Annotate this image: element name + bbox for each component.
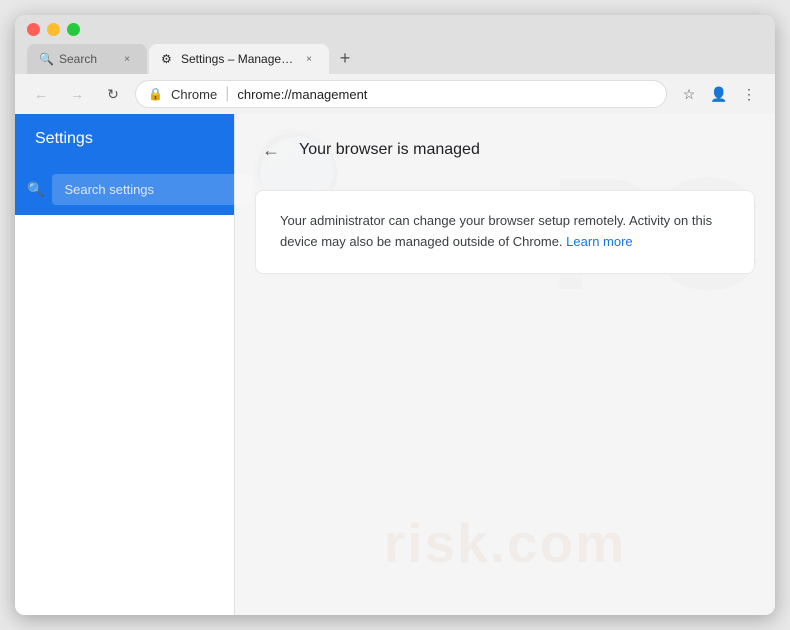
info-box: Your administrator can change your brows…	[255, 190, 755, 274]
address-bar[interactable]: 🔒 Chrome | chrome://management	[135, 80, 667, 108]
tab-settings[interactable]: ⚙ Settings – Management ×	[149, 44, 329, 74]
address-separator: |	[225, 85, 229, 103]
nav-bar: ← → ↻ 🔒 Chrome | chrome://management ☆ 👤…	[15, 74, 775, 114]
info-text: Your administrator can change your brows…	[280, 211, 730, 253]
main-area: 🔍 PC risk.com ← Your browser is managed …	[235, 114, 775, 615]
back-nav-button[interactable]: ←	[27, 80, 55, 108]
learn-more-link[interactable]: Learn more	[566, 234, 632, 249]
search-settings-input[interactable]	[52, 174, 252, 205]
sidebar-title: Settings	[15, 114, 234, 164]
tab-search[interactable]: 🔍 Search ×	[27, 44, 147, 74]
tab-settings-label: Settings – Management	[181, 52, 295, 66]
settings-tab-favicon: ⚙	[161, 52, 175, 66]
menu-icon: ⋮	[742, 86, 756, 103]
back-icon: ←	[262, 140, 280, 161]
browser-content: Settings 🔍 🔍 PC risk.com ← You	[15, 114, 775, 615]
window-controls	[27, 23, 763, 36]
browser-window: 🔍 Search × ⚙ Settings – Management × + ←…	[15, 15, 775, 615]
bookmark-button[interactable]: ☆	[675, 80, 703, 108]
reload-icon: ↻	[107, 86, 119, 103]
title-bar: 🔍 Search × ⚙ Settings – Management × +	[15, 15, 775, 74]
search-icon: 🔍	[27, 181, 44, 198]
forward-nav-button[interactable]: →	[63, 80, 91, 108]
profile-icon: 👤	[710, 86, 727, 103]
tab-search-close[interactable]: ×	[119, 51, 135, 67]
profile-button[interactable]: 👤	[705, 80, 733, 108]
menu-button[interactable]: ⋮	[735, 80, 763, 108]
maximize-button[interactable]	[67, 23, 80, 36]
reload-button[interactable]: ↻	[99, 80, 127, 108]
address-text: chrome://management	[237, 87, 654, 102]
back-button[interactable]: ←	[255, 134, 287, 166]
forward-nav-icon: →	[70, 86, 84, 102]
page-title: Your browser is managed	[299, 141, 480, 159]
sidebar-search-area: 🔍	[15, 164, 234, 215]
search-tab-favicon: 🔍	[39, 52, 53, 66]
page-header: ← Your browser is managed	[255, 134, 755, 166]
chrome-label: Chrome	[171, 87, 217, 102]
new-tab-button[interactable]: +	[331, 44, 359, 72]
watermark-risk: risk.com	[384, 511, 626, 575]
minimize-button[interactable]	[47, 23, 60, 36]
lock-icon: 🔒	[148, 87, 163, 101]
tab-settings-close[interactable]: ×	[301, 51, 317, 67]
nav-actions: ☆ 👤 ⋮	[675, 80, 763, 108]
tabs-row: 🔍 Search × ⚙ Settings – Management × +	[27, 44, 763, 74]
bookmark-icon: ☆	[683, 86, 696, 103]
sidebar: Settings 🔍	[15, 114, 235, 615]
back-nav-icon: ←	[34, 86, 48, 102]
tab-search-label: Search	[59, 52, 113, 66]
close-button[interactable]	[27, 23, 40, 36]
